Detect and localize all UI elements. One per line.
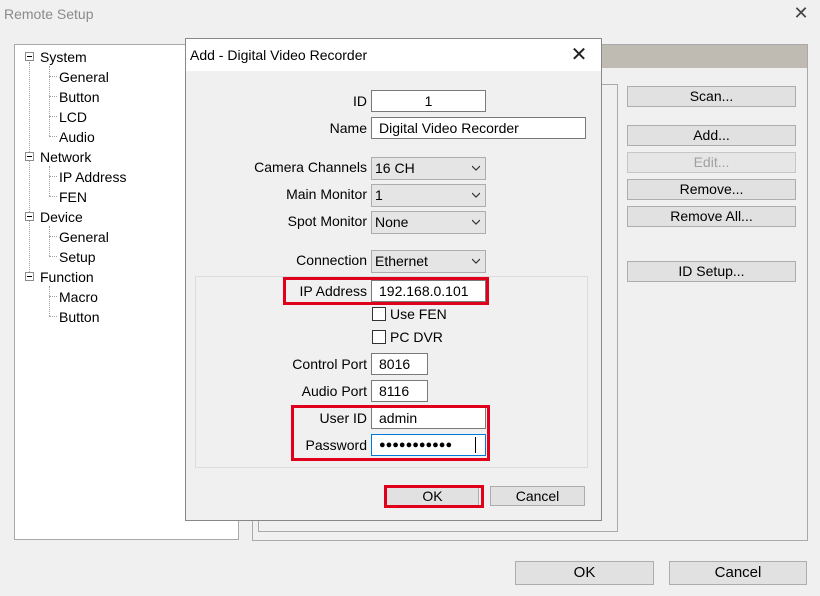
spot-monitor-value: None — [375, 214, 409, 230]
tree-connector — [49, 176, 57, 177]
dialog-cancel-button[interactable]: Cancel — [490, 486, 585, 506]
audio-port-label: Audio Port — [301, 383, 367, 399]
spot-monitor-label: Spot Monitor — [287, 213, 367, 229]
remove-button[interactable]: Remove... — [627, 179, 796, 200]
id-field[interactable]: 1 — [371, 90, 486, 112]
tree-item-network[interactable]: Network — [40, 147, 91, 167]
chevron-down-icon — [472, 258, 480, 264]
tree-item-device[interactable]: Device — [40, 207, 83, 227]
tree-connector — [49, 136, 57, 137]
control-port-label: Control Port — [292, 356, 367, 372]
dialog-title: Add - Digital Video Recorder — [190, 47, 368, 63]
collapse-icon[interactable] — [25, 272, 34, 281]
pc-dvr-label: PC DVR — [390, 329, 443, 345]
collapse-icon[interactable] — [25, 152, 34, 161]
main-monitor-value: 1 — [375, 187, 383, 203]
credentials-highlight — [291, 405, 490, 461]
connection-value: Ethernet — [375, 253, 428, 269]
name-label: Name — [329, 120, 367, 136]
scan-button[interactable]: Scan... — [627, 86, 796, 107]
name-field[interactable]: Digital Video Recorder — [371, 117, 586, 139]
tree-item-system-button[interactable]: Button — [59, 87, 99, 107]
collapse-icon[interactable] — [25, 212, 34, 221]
tree-item-fen[interactable]: FEN — [59, 187, 87, 207]
chevron-down-icon — [472, 192, 480, 198]
chevron-down-icon — [472, 165, 480, 171]
connection-select[interactable]: Ethernet — [371, 250, 486, 273]
use-fen-label: Use FEN — [390, 306, 447, 322]
edit-button[interactable]: Edit... — [627, 152, 796, 173]
camera-channels-label: Camera Channels — [254, 159, 367, 175]
tree-connector — [49, 196, 57, 197]
camera-channels-value: 16 CH — [375, 160, 415, 176]
main-monitor-select[interactable]: 1 — [371, 184, 486, 207]
tree-connector — [49, 296, 57, 297]
dialog-close-icon[interactable]: ✕ — [566, 43, 592, 67]
camera-channels-select[interactable]: 16 CH — [371, 157, 486, 180]
tree-item-system-general[interactable]: General — [59, 67, 109, 87]
tree-item-function[interactable]: Function — [40, 267, 94, 287]
control-port-field[interactable]: 8016 — [371, 353, 428, 375]
tree-item-system[interactable]: System — [40, 47, 87, 67]
tree-connector — [49, 316, 57, 317]
tree-connector — [49, 166, 50, 196]
window-title: Remote Setup — [4, 6, 94, 22]
ok-button[interactable]: OK — [515, 561, 654, 585]
id-label: ID — [353, 93, 367, 109]
remove-all-button[interactable]: Remove All... — [627, 206, 796, 227]
use-fen-checkbox[interactable] — [372, 307, 386, 321]
id-setup-button[interactable]: ID Setup... — [627, 261, 796, 282]
spot-monitor-select[interactable]: None — [371, 211, 486, 234]
connection-label: Connection — [296, 252, 367, 268]
tree-item-function-button[interactable]: Button — [59, 307, 99, 327]
close-icon[interactable]: ✕ — [790, 2, 812, 24]
tree-item-ip-address[interactable]: IP Address — [59, 167, 126, 187]
tree-item-macro[interactable]: Macro — [59, 287, 98, 307]
tree-connector — [49, 76, 57, 77]
dialog-titlebar: Add - Digital Video Recorder ✕ — [186, 39, 601, 71]
chevron-down-icon — [472, 219, 480, 225]
pc-dvr-checkbox[interactable] — [372, 330, 386, 344]
cancel-button[interactable]: Cancel — [669, 561, 807, 585]
tree-connector — [49, 236, 57, 237]
tree-connector — [49, 286, 50, 316]
tree-item-setup[interactable]: Setup — [59, 247, 96, 267]
tree-connector — [49, 256, 57, 257]
tree-item-lcd[interactable]: LCD — [59, 107, 87, 127]
tree-connector — [29, 62, 30, 274]
ok-button-highlight — [384, 485, 484, 508]
ip-address-highlight — [283, 277, 489, 305]
tree-item-device-general[interactable]: General — [59, 227, 109, 247]
tree-item-audio[interactable]: Audio — [59, 127, 95, 147]
add-button[interactable]: Add... — [627, 125, 796, 146]
main-monitor-label: Main Monitor — [286, 186, 367, 202]
add-dvr-dialog: Add - Digital Video Recorder ✕ ID 1 Name… — [185, 38, 602, 521]
tree-connector — [49, 96, 57, 97]
audio-port-field[interactable]: 8116 — [371, 380, 428, 402]
tree-connector — [49, 116, 57, 117]
collapse-icon[interactable] — [25, 52, 34, 61]
tree-connector — [49, 226, 50, 256]
